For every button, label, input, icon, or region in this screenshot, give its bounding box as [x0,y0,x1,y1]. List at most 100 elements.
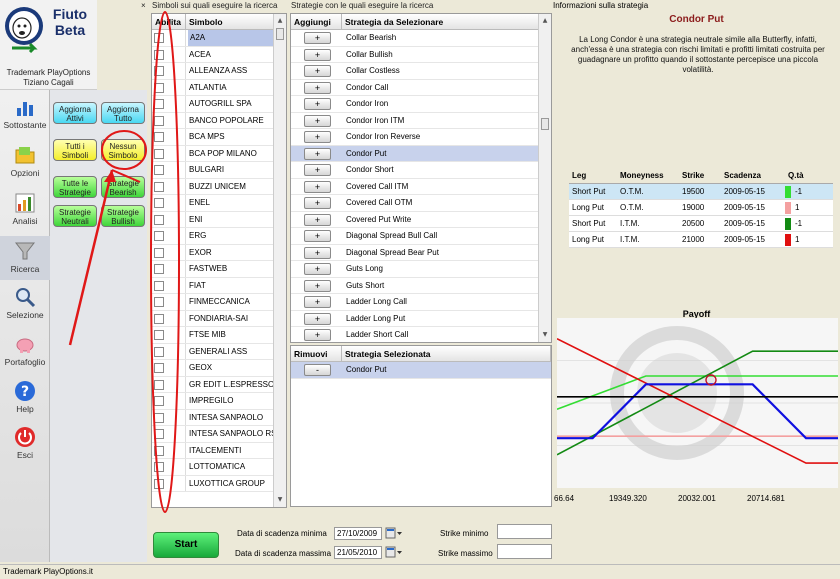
calendar-dropdown-icon[interactable] [385,527,403,540]
symbol-checkbox[interactable] [154,264,164,274]
symbol-row[interactable]: A2A [152,30,274,47]
symbol-row[interactable]: FONDIARIA-SAI [152,310,274,327]
col-abilita[interactable]: Abilita [152,14,186,30]
symbol-row[interactable]: AUTOGRILL SPA [152,96,274,113]
symbol-row[interactable]: EXOR [152,244,274,261]
strategy-row[interactable]: + Collar Bullish [291,47,539,63]
symbol-checkbox[interactable] [154,148,164,159]
symbol-checkbox[interactable] [154,33,164,43]
col-aggiungi[interactable]: Aggiungi [291,14,342,30]
symbol-checkbox[interactable] [154,214,164,225]
strategy-row[interactable]: + Collar Costless [291,63,539,80]
leg-row[interactable]: Short Put I.T.M. 20500 2009-05-15 -1 [569,215,833,232]
symbol-checkbox[interactable] [154,330,164,340]
nav-analisi[interactable]: Analisi [0,192,50,226]
scroll-down-icon[interactable]: ▼ [275,495,285,505]
strategy-row[interactable]: + Guts Short [291,278,539,294]
symbol-checkbox[interactable] [154,115,164,126]
symbol-row[interactable]: IMPREGILO [152,393,274,410]
symbol-checkbox[interactable] [154,49,164,60]
nav-ricerca[interactable]: Ricerca [0,236,50,280]
symbol-row[interactable]: GR EDIT L.ESPRESSO [152,376,274,393]
nav-sottostante[interactable]: Sottostante [0,96,50,130]
symbol-row[interactable]: ERG [152,228,274,245]
add-strategy-button[interactable]: + [304,114,331,127]
scroll-thumb[interactable] [276,28,284,40]
col-strategia-selezionata[interactable]: Strategia Selezionata [342,346,551,362]
symbol-row[interactable]: ACEA [152,46,274,63]
add-strategy-button[interactable]: + [304,164,331,176]
start-button[interactable]: Start [153,532,219,558]
symbol-row[interactable]: LOTTOMATICA [152,459,274,476]
nav-portafoglio[interactable]: Portafoglio [0,333,50,367]
symbol-row[interactable]: FTSE MIB [152,327,274,344]
symbol-row[interactable]: BUZZI UNICEM [152,178,274,195]
strategy-row[interactable]: + Condor Iron [291,96,539,113]
symbol-row[interactable]: FIAT [152,277,274,294]
symbol-row[interactable]: BANCO POPOLARE [152,112,274,129]
aggiorna-attivi-button[interactable]: Aggiorna Attivi [53,102,97,124]
add-strategy-button[interactable]: + [304,65,331,77]
strategie-bullish-button[interactable]: Strategie Bullish [101,205,145,227]
aggiorna-tutto-button[interactable]: Aggiorna Tutto [101,102,145,124]
add-strategy-button[interactable]: + [304,312,331,325]
symbol-row[interactable]: ALLEANZA ASS [152,63,274,80]
nav-esci[interactable]: Esci [0,426,50,460]
add-strategy-button[interactable]: + [304,246,331,259]
symbol-checkbox[interactable] [154,346,164,357]
scroll-thumb[interactable] [541,118,549,130]
add-strategy-button[interactable]: + [304,279,331,292]
min-date-field[interactable]: 27/10/2009 [334,527,382,540]
symbol-row[interactable]: LUXOTTICA GROUP [152,475,274,492]
max-date-field[interactable]: 21/05/2010 [334,546,382,559]
symbol-checkbox[interactable] [154,478,164,489]
symbol-row[interactable]: ITALCEMENTI [152,442,274,459]
symbol-checkbox[interactable] [154,66,164,76]
symbol-row[interactable]: INTESA SANPAOLO RSP [152,426,282,443]
symbol-checkbox[interactable] [154,363,164,373]
strategie-bearish-button[interactable]: Strategie Bearish [101,176,145,198]
symbol-checkbox[interactable] [154,165,164,175]
symbol-row[interactable]: FINMECCANICA [152,294,274,311]
add-strategy-button[interactable]: + [304,81,331,94]
strategy-row[interactable]: + Covered Call ITM [291,179,539,195]
symbol-row[interactable]: BCA POP MILANO [152,145,274,162]
strategy-row[interactable]: + Ladder Long Call [291,294,539,311]
add-strategy-button[interactable]: + [304,213,331,226]
add-strategy-button[interactable]: + [304,48,331,61]
col-strategia-da-selezionare[interactable]: Strategia da Selezionare [342,14,539,30]
strategy-row[interactable]: + Covered Put Write [291,212,539,228]
symbol-row[interactable]: INTESA SANPAOLO [152,409,274,426]
symbols-scrollbar[interactable]: ▲ ▼ [273,14,286,507]
strategy-row[interactable]: + Guts Long [291,261,539,278]
add-strategy-button[interactable]: + [304,329,331,341]
col-rimuovi[interactable]: Rimuovi [291,346,342,362]
selected-strategy-row[interactable]: - Condor Put [291,362,551,379]
symbols-panel-close-icon[interactable]: × [141,1,146,10]
strike-min-input[interactable] [497,524,552,539]
symbol-checkbox[interactable] [154,181,164,192]
nessun-simbolo-button[interactable]: Nessun Simbolo [101,139,145,161]
symbol-checkbox[interactable] [154,132,164,142]
add-strategy-button[interactable]: + [304,98,331,110]
strike-max-input[interactable] [497,544,552,559]
symbol-checkbox[interactable] [154,280,164,291]
strategy-row[interactable]: + Condor Call [291,80,539,96]
symbol-checkbox[interactable] [154,462,164,472]
calendar-dropdown-icon[interactable] [385,546,403,559]
remove-strategy-button[interactable]: - [304,364,331,376]
symbol-checkbox[interactable] [154,412,164,423]
symbol-checkbox[interactable] [154,198,164,208]
col-simbolo[interactable]: Simbolo [186,14,274,30]
symbol-checkbox[interactable] [154,396,164,406]
leg-row[interactable]: Long Put O.T.M. 19000 2009-05-15 1 [569,199,833,216]
add-strategy-button[interactable]: + [304,296,331,308]
strategy-row[interactable]: + Covered Call OTM [291,195,539,212]
strategies-scrollbar[interactable]: ▲ ▼ [538,14,551,342]
scroll-up-icon[interactable]: ▲ [275,16,285,26]
add-strategy-button[interactable]: + [304,147,331,160]
scroll-up-icon[interactable]: ▲ [540,16,550,26]
nav-help[interactable]: ? Help [0,380,50,414]
symbol-row[interactable]: FASTWEB [152,261,274,278]
symbol-row[interactable]: ATLANTIA [152,79,274,96]
